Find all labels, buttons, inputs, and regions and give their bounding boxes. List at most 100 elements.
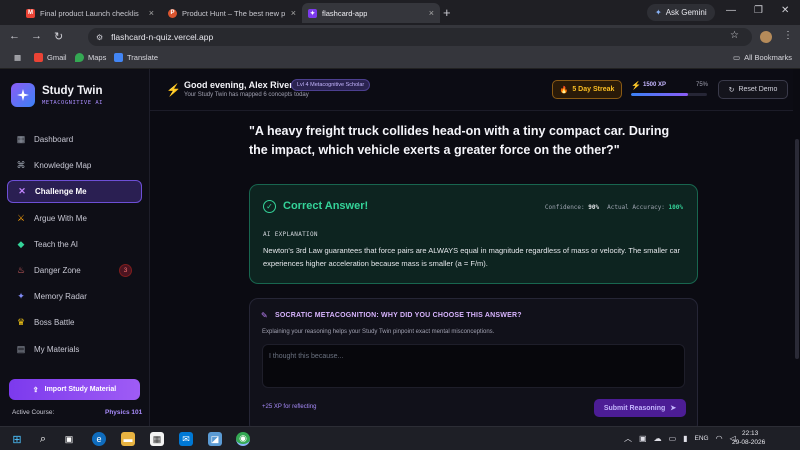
book-icon: ▤ [16,343,26,354]
flame-icon: ♨ [16,265,26,275]
sidebar-item-danger-zone[interactable]: ♨ Danger Zone 3 [7,259,142,282]
all-bookmarks[interactable]: ▭ All Bookmarks [733,53,792,62]
cloud-icon[interactable]: ☁ [654,434,662,443]
language-indicator[interactable]: ENG [695,435,709,442]
battery-icon[interactable]: ▮ [683,434,687,443]
close-tab-icon[interactable]: × [291,8,296,18]
sidebar-item-label: Memory Radar [34,292,87,302]
search-icon[interactable]: ⌕ [36,432,50,446]
sidebar-item-teach-the-ai[interactable]: ◆ Teach the AI [7,233,142,256]
mail-icon[interactable]: ✉ [179,432,193,446]
bookmark-maps[interactable]: Maps [75,53,106,62]
reload-icon[interactable]: ↻ [54,30,63,43]
store-icon[interactable]: ▦ [150,432,164,446]
sidebar-item-label: Danger Zone [34,266,81,275]
ask-gemini-button[interactable]: ✦ Ask Gemini [647,4,715,21]
import-study-material-button[interactable]: ⇪ Import Study Material [9,379,140,400]
explanation-text: Newton's 3rd Law guarantees that force p… [263,246,681,268]
tab-producthunt[interactable]: P Product Hunt – The best new p × [162,3,302,23]
xp-progress-bar [631,93,707,96]
greeting: Good evening, Alex Rivera [184,80,298,90]
grid-icon: ▦ [16,134,26,144]
tab-title: Product Hunt – The best new p [182,8,286,18]
sidebar-item-memory-radar[interactable]: ✦ Memory Radar [7,285,142,308]
import-button-label: Import Study Material [44,386,117,393]
maximize-icon[interactable]: ❐ [754,5,763,16]
folder-icon: ▭ [733,53,741,62]
producthunt-icon: P [168,8,177,18]
gemini-sparkle-icon: ✦ [655,8,662,17]
browser-tab-bar: M Final product Launch checklis × P Prod… [0,0,800,25]
new-tab-button[interactable]: + [443,5,451,20]
explanation-label: AI EXPLANATION [263,231,318,238]
active-course-label: Active Course: [12,409,55,416]
chevron-up-icon[interactable]: ︿ [624,433,632,444]
flame-icon: 🔥 [559,86,569,94]
logo [11,83,35,107]
accuracy-label: Actual Accuracy: [607,204,665,211]
main-content: "A heavy freight truck collides head-on … [150,111,800,426]
streak-label: 5 Day Streak [572,86,615,93]
level-badge: Lvl 4 Metacognitive Scholar [291,79,371,91]
gmail-icon [34,53,43,62]
site-info-icon[interactable]: ⚙ [96,33,103,42]
forward-icon[interactable]: → [31,30,42,42]
socratic-subtitle: Explaining your reasoning helps your Stu… [262,329,495,335]
notes-app-icon[interactable]: ◪ [208,432,222,446]
question-text: "A heavy freight truck collides head-on … [249,124,670,157]
gmail-icon: M [26,8,35,18]
submit-reasoning-button[interactable]: Submit Reasoning ➤ [594,399,686,417]
brand-subtitle: METACOGNITIVE AI [42,100,103,106]
send-icon: ➤ [670,405,677,412]
sidebar-item-challenge-me[interactable]: ✕ Challenge Me [7,180,142,204]
clock-time[interactable]: 22:13 [742,430,758,437]
back-icon[interactable]: ← [9,30,20,42]
minimize-icon[interactable]: — [726,5,736,16]
task-view-icon[interactable]: ▣ [62,432,76,446]
chrome-icon[interactable]: ◉ [236,432,250,446]
windows-start-icon[interactable]: ⊞ [10,432,24,446]
file-explorer-icon[interactable]: ▬ [121,432,135,446]
tab-gmail[interactable]: M Final product Launch checklis × [20,3,160,23]
streak-badge: 🔥 5 Day Streak [552,80,622,99]
upload-icon: ⇪ [32,386,39,394]
bookmark-translate[interactable]: Translate [114,53,158,62]
profile-avatar[interactable] [760,31,772,43]
reset-demo-button[interactable]: ↻ Reset Demo [718,80,788,99]
correct-answer-card: ✓ Correct Answer! Confidence: 90% Actual… [249,184,698,284]
socratic-title: SOCRATIC METACOGNITION: WHY DID YOU CHOO… [275,312,522,319]
confidence-stat: Confidence: 90% [545,204,599,211]
sidebar-item-argue-with-me[interactable]: ⚔ Argue With Me [7,207,142,230]
argue-icon: ⚔ [16,212,26,223]
clock-date[interactable]: 29-08-2026 [732,439,765,446]
apps-icon[interactable]: ▦ [14,53,21,62]
reset-icon: ↻ [728,86,735,94]
app-root: Study Twin METACOGNITIVE AI ▦ Dashboard ⌘ K… [0,69,800,426]
check-circle-icon: ✓ [263,200,276,213]
camera-icon[interactable]: ▣ [639,434,647,443]
crossed-swords-icon: ✕ [18,186,26,197]
tab-title: flashcard-app [322,8,368,18]
edge-icon[interactable]: e [92,432,106,446]
sidebar: Study Twin METACOGNITIVE AI ▦ Dashboard ⌘ K… [0,69,150,426]
bookmark-gmail[interactable]: Gmail [34,53,67,62]
tab-title: Final product Launch checklis [40,8,139,18]
wifi-icon[interactable]: ◠ [716,434,723,443]
active-course-value: Physics 101 [105,409,143,416]
url-bar[interactable]: ⚙ flashcard-n-quiz.vercel.app [88,28,752,46]
network-status-icon[interactable]: ▭ [669,434,677,443]
sidebar-item-label: Dashboard [34,135,74,144]
sidebar-item-boss-battle[interactable]: ♛ Boss Battle [7,311,142,334]
close-tab-icon[interactable]: × [149,8,154,18]
scrollbar-thumb[interactable] [795,139,799,359]
close-tab-icon[interactable]: × [429,8,434,18]
browser-menu-icon[interactable]: ⋮ [783,30,793,41]
bookmark-star-icon[interactable]: ☆ [730,30,739,41]
reasoning-input[interactable] [262,344,685,388]
sidebar-item-knowledge-map[interactable]: ⌘ Knowledge Map [7,154,142,177]
sidebar-item-my-materials[interactable]: ▤ My Materials [7,338,142,361]
system-tray: ︿ ▣ ☁ ▭ ▮ ENG ◠ ◁ [624,433,736,444]
sidebar-item-dashboard[interactable]: ▦ Dashboard [7,128,142,151]
close-window-icon[interactable]: ✕ [781,5,789,16]
tab-flashcard-app[interactable]: ✦ flashcard-app × [302,3,440,23]
